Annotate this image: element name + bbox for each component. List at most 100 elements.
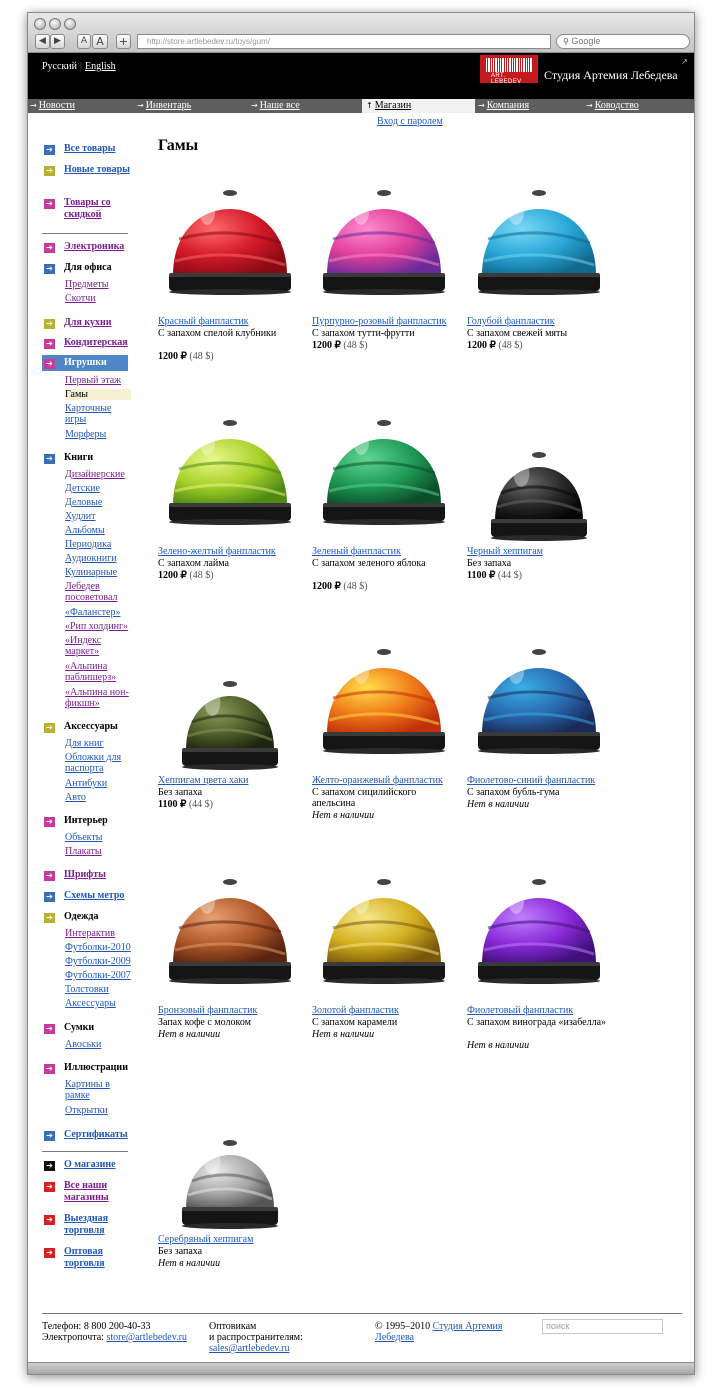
sidebar-subitem[interactable]: Футболки-2010: [65, 942, 131, 953]
sidebar-subitem[interactable]: «Индекс маркет»: [65, 635, 131, 657]
minimize-window-button[interactable]: [49, 18, 61, 30]
footer-search-input[interactable]: поиск: [542, 1319, 663, 1334]
browser-statusbar: [28, 1362, 694, 1374]
product-name-link[interactable]: Желто-оранжевый фанпластик: [312, 775, 443, 786]
product-image[interactable]: [467, 403, 612, 545]
product-name-link[interactable]: Серебряный хеппигам: [158, 1234, 253, 1245]
sidebar-subitem[interactable]: Скотчи: [65, 293, 131, 304]
sidebar-subitem[interactable]: Обложки для паспорта: [65, 752, 131, 774]
sidebar-subitem[interactable]: Морферы: [65, 429, 131, 440]
product-image[interactable]: [158, 862, 303, 1004]
product-image[interactable]: [312, 862, 457, 1004]
sidebar-subitem[interactable]: Картины в рамке: [65, 1079, 131, 1101]
zoom-window-button[interactable]: [64, 18, 76, 30]
sidebar-subitem[interactable]: Для книг: [65, 738, 131, 749]
magnifier-icon: ⚲: [563, 37, 569, 46]
product-price: 1100 ₽ (44 $): [158, 799, 213, 810]
product-price: 1200 ₽ (48 $): [312, 581, 368, 592]
product-name-link[interactable]: Фиолетово-синий фанпластик: [467, 775, 595, 786]
back-button[interactable]: ◀: [35, 34, 50, 49]
product-name-link[interactable]: Фиолетовый фанпластик: [467, 1005, 573, 1016]
sidebar-subitem[interactable]: Авоськи: [65, 1039, 131, 1050]
close-window-button[interactable]: [34, 18, 46, 30]
sidebar-subitem[interactable]: «Фаланстер»: [65, 607, 131, 618]
sidebar-subitem[interactable]: Аксессуары: [65, 998, 131, 1009]
product-image[interactable]: [158, 632, 303, 774]
sidebar-subitem[interactable]: Деловые: [65, 497, 131, 508]
arrow-right-icon: ➔: [44, 1064, 55, 1074]
sidebar-subitem[interactable]: Периодика: [65, 539, 131, 550]
product-name-link[interactable]: Пурпурно-розовый фанпластик: [312, 316, 447, 327]
address-bar[interactable]: http://store.artlebedev.ru/toys/gum/: [137, 34, 551, 49]
footer-phone: Телефон: 8 800 200-40-33: [42, 1321, 151, 1332]
sidebar-subitem[interactable]: Альбомы: [65, 525, 131, 536]
footer-email-link[interactable]: store@artlebedev.ru: [106, 1332, 186, 1343]
sidebar-subitem[interactable]: Карточные игры: [65, 403, 131, 425]
font-smaller-button[interactable]: A: [77, 34, 91, 49]
topnav-guide[interactable]: → Ководство: [586, 99, 639, 113]
product-image[interactable]: [467, 632, 612, 774]
product-image[interactable]: [158, 403, 303, 545]
product-name-link[interactable]: Хеппигам цвета хаки: [158, 775, 248, 786]
sidebar-subitem[interactable]: «Альпина паблишерз»: [65, 661, 131, 683]
browser-search-field[interactable]: ⚲ Google: [556, 34, 690, 49]
sidebar-label: Новые товары: [64, 164, 130, 175]
arrow-up-icon: ↑: [366, 101, 373, 110]
sidebar-subitem[interactable]: Футболки-2009: [65, 956, 131, 967]
product-price: 1200 ₽ (48 $): [158, 351, 214, 362]
sidebar-subitem[interactable]: «Альпина нон-фикшн»: [65, 687, 131, 709]
footer-wholesale-email-link[interactable]: sales@artlebedev.ru: [209, 1343, 289, 1354]
product-description: Без запаха: [158, 787, 203, 798]
product-image[interactable]: [312, 403, 457, 545]
sidebar-subitem[interactable]: Антибуки: [65, 778, 131, 789]
sidebar-subitem[interactable]: «Рип холдинг»: [65, 621, 131, 632]
topnav-our-all[interactable]: → Наше все: [251, 99, 300, 113]
sidebar-subitem[interactable]: Аудиокниги: [65, 553, 131, 564]
add-bookmark-button[interactable]: +: [116, 34, 131, 49]
forward-button[interactable]: ▶: [50, 34, 65, 49]
sidebar-subitem[interactable]: Открытки: [65, 1105, 131, 1116]
product-name-link[interactable]: Зеленый фанпластик: [312, 546, 401, 557]
font-larger-button[interactable]: A: [92, 34, 108, 49]
price-usd: (48 $): [343, 340, 368, 351]
product-image[interactable]: [312, 173, 457, 315]
login-link[interactable]: Вход с паролем: [377, 116, 443, 127]
lang-english-link[interactable]: English: [85, 61, 116, 72]
sidebar-subitem[interactable]: Худлит: [65, 511, 131, 522]
sidebar-label: Все наши магазины: [64, 1180, 109, 1203]
sidebar-subitem[interactable]: Объекты: [65, 832, 131, 843]
product-price: 1200 ₽ (48 $): [158, 570, 214, 581]
product-name-link[interactable]: Красный фанпластик: [158, 316, 249, 327]
product-image[interactable]: [467, 862, 612, 1004]
sidebar-subitem[interactable]: Плакаты: [65, 846, 131, 857]
product-name-link[interactable]: Бронзовый фанпластик: [158, 1005, 257, 1016]
footer-wholesale-line1: Оптовикам: [209, 1321, 257, 1332]
product-image[interactable]: [158, 1091, 303, 1233]
topnav-company[interactable]: → Компания: [478, 99, 529, 113]
sidebar-subitem[interactable]: Кулинарные: [65, 567, 131, 578]
studio-name: Студия Артемия Лебедева: [544, 68, 678, 82]
sidebar-subitem[interactable]: Авто: [65, 792, 131, 803]
sidebar-subitem[interactable]: Первый этаж: [65, 375, 131, 386]
product-image[interactable]: [158, 173, 303, 315]
product-name-link[interactable]: Золотой фанпластик: [312, 1005, 399, 1016]
sidebar-subitem[interactable]: Предметы: [65, 279, 131, 290]
product-image[interactable]: [312, 632, 457, 774]
artlebedev-logo[interactable]: ART. LEBEDEV: [480, 55, 538, 85]
product-name-link[interactable]: Голубой фанпластик: [467, 316, 555, 327]
product-name-link[interactable]: Зелено-желтый фанпластик: [158, 546, 276, 557]
topnav-shop[interactable]: ↑ Магазин: [362, 99, 475, 113]
price-rub: 1100 ₽: [158, 799, 187, 810]
topnav-news[interactable]: → Новости: [30, 99, 75, 113]
product-image[interactable]: [467, 173, 612, 315]
sidebar-subitem[interactable]: Лебедев посоветовал: [65, 581, 131, 603]
product-name-link[interactable]: Черный хеппигам: [467, 546, 543, 557]
sidebar-subitem[interactable]: Толстовки: [65, 984, 131, 995]
topnav-inventory[interactable]: → Инвентарь: [137, 99, 191, 113]
sidebar-subitem[interactable]: Интерактив: [65, 928, 131, 939]
sidebar-subitem[interactable]: Дизайнерские: [65, 469, 131, 480]
logo-text: ART. LEBEDEV: [491, 73, 522, 85]
external-link-icon[interactable]: ↗: [681, 57, 688, 66]
sidebar-subitem[interactable]: Футболки-2007: [65, 970, 131, 981]
sidebar-subitem[interactable]: Детские: [65, 483, 131, 494]
